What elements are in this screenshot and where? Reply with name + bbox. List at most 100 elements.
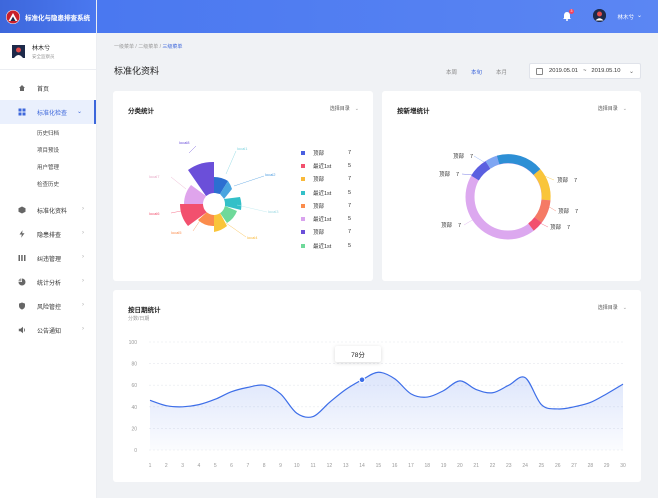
donut-label: 顶部 7 (441, 221, 461, 229)
legend-swatch (301, 230, 305, 235)
user-name: 林木兮 (32, 45, 51, 52)
donut-segment (534, 199, 551, 223)
legend-item[interactable]: 最近1st 5 (301, 239, 351, 252)
x-tick-label: 20 (457, 463, 463, 469)
submenu-item-archive[interactable]: 历史归档 (0, 124, 96, 141)
menu-label: 公告通知 (37, 328, 62, 335)
highlight-point[interactable] (358, 376, 366, 384)
chevron-right-icon: › (82, 302, 84, 308)
brand-title: 标准化与隐患排查系统 (25, 14, 90, 22)
legend-value: 7 (347, 176, 351, 183)
donut-segment (471, 161, 491, 181)
legend-label: 最近1st (313, 243, 332, 250)
legend-item[interactable]: 顶部 7 (301, 173, 351, 186)
donut-chart: 顶部 7 顶部 7 顶部 7 顶部 7 顶部 7 顶部 7 (439, 152, 578, 240)
topbar-username[interactable]: 林木兮 (617, 13, 634, 21)
breadcrumb-l1[interactable]: 一级菜单 (114, 44, 134, 50)
menu-label: 隐患排查 (37, 232, 62, 239)
rose-label: local3 (268, 209, 279, 214)
menu-label: 标准化资料 (37, 208, 68, 215)
donut-label: 顶部 7 (550, 223, 570, 231)
legend-item[interactable]: 顶部 7 (301, 146, 351, 159)
bolt-icon (18, 230, 26, 238)
date-range-picker[interactable]: 2019.05.01 ~ 2019.05.10 ⌄ (529, 63, 641, 79)
chevron-down-icon[interactable]: ⌄ (637, 12, 642, 19)
menu-item-statistics[interactable]: 统计分析 › (0, 270, 96, 294)
submenu-item-history[interactable]: 检查历史 (0, 175, 96, 192)
chevron-down-icon: ⌄ (628, 69, 634, 75)
tab-week[interactable]: 本周 (446, 68, 457, 76)
menu-item-home[interactable]: 首页 (0, 76, 96, 100)
legend-label: 顶部 (313, 230, 325, 237)
menu-item-violation[interactable]: 纠违管理 › (0, 246, 96, 270)
user-card[interactable]: 林木兮 安全监察员 (0, 33, 96, 70)
line-chart: 020406080100 1 2 3 4 5 6 7 8 9 10 11 12 13 14 15 16 17 18… (129, 340, 626, 469)
x-tick-label: 25 (539, 463, 545, 469)
legend-value: 7 (347, 229, 351, 236)
pie-icon (18, 278, 26, 286)
x-tick-label: 9 (279, 463, 282, 469)
breadcrumb: 一级菜单 / 二级菜单 / 三级菜单 (114, 43, 182, 50)
legend-item[interactable]: 最近1st 5 (301, 159, 351, 172)
bell-icon[interactable]: 3 (562, 9, 574, 21)
legend-swatch (301, 163, 305, 168)
legend-item[interactable]: 顶部 7 (301, 199, 351, 212)
legend-swatch (301, 217, 305, 222)
menu-label: 风险管控 (37, 304, 62, 311)
legend-value: 7 (347, 202, 351, 209)
user-role: 安全监察员 (32, 53, 55, 59)
topbar-avatar[interactable] (593, 9, 606, 22)
menu-label: 统计分析 (37, 280, 62, 287)
chevron-right-icon: › (82, 206, 84, 212)
sidebar: 标准化与隐患排查系统 林木兮 安全监察员 首页 标准化检查 ⌄ 历史归档 项目预… (0, 0, 97, 498)
menu-item-risk-control[interactable]: 风险管控 › (0, 294, 96, 318)
legend-swatch (301, 150, 305, 155)
x-tick-label: 23 (506, 463, 512, 469)
x-tick-label: 16 (392, 463, 398, 469)
y-tick-label: 40 (131, 405, 137, 411)
chevron-down-icon: ⌄ (76, 109, 82, 115)
tab-ten-days[interactable]: 本旬 (471, 68, 482, 76)
topbar: 3 林木兮 ⌄ (97, 0, 658, 33)
breadcrumb-sep: / (135, 44, 137, 50)
calendar-icon (536, 67, 543, 75)
date-start: 2019.05.01 (549, 68, 579, 74)
legend-item[interactable]: 顶部 7 (301, 226, 351, 239)
page-title: 标准化资料 (114, 66, 160, 76)
x-tick-label: 22 (490, 463, 496, 469)
catalog-select[interactable]: 选择目录 ⌄ (598, 105, 627, 112)
rose-label: local6 (149, 211, 160, 216)
legend-swatch (301, 243, 305, 248)
x-tick-label: 7 (246, 463, 249, 469)
breadcrumb-l2[interactable]: 二级菜单 (138, 44, 158, 50)
x-tick-label: 24 (522, 463, 528, 469)
legend-swatch (301, 177, 305, 182)
main-menu: 首页 标准化检查 ⌄ 历史归档 项目预设 用户管理 检查历史 标准化资料 › 隐… (0, 70, 96, 342)
tab-month[interactable]: 本月 (496, 68, 507, 76)
catalog-select[interactable]: 选择目录 ⌄ (330, 105, 359, 112)
menu-label: 首页 (37, 86, 50, 93)
submenu-item-preset[interactable]: 项目预设 (0, 141, 96, 158)
y-tick-label: 20 (131, 426, 137, 432)
speaker-icon (18, 326, 26, 334)
legend-item[interactable]: 最近1st 5 (301, 212, 351, 225)
menu-item-notice[interactable]: 公告通知 › (0, 318, 96, 342)
chevron-right-icon: › (82, 278, 84, 284)
rose-label: local7 (149, 174, 160, 179)
legend-swatch (301, 190, 305, 195)
donut-segment (528, 217, 542, 231)
menu-label: 纠违管理 (37, 256, 62, 263)
legend-item[interactable]: 最近1st 5 (301, 186, 351, 199)
submenu-item-users[interactable]: 用户管理 (0, 158, 96, 175)
x-tick-label: 15 (376, 463, 382, 469)
menu-item-standard-docs[interactable]: 标准化资料 › (0, 198, 96, 222)
x-tick-label: 2 (165, 463, 168, 469)
legend-label: 最近1st (313, 190, 332, 197)
menu-item-hazard-check[interactable]: 隐患排查 › (0, 222, 96, 246)
select-label: 选择目录 (329, 106, 350, 112)
menu-item-standard-check[interactable]: 标准化检查 ⌄ (0, 100, 96, 124)
chevron-right-icon: › (82, 254, 84, 260)
x-tick-label: 18 (424, 463, 430, 469)
chevron-down-icon: ⌄ (622, 106, 627, 112)
legend-label: 最近1st (313, 163, 332, 170)
